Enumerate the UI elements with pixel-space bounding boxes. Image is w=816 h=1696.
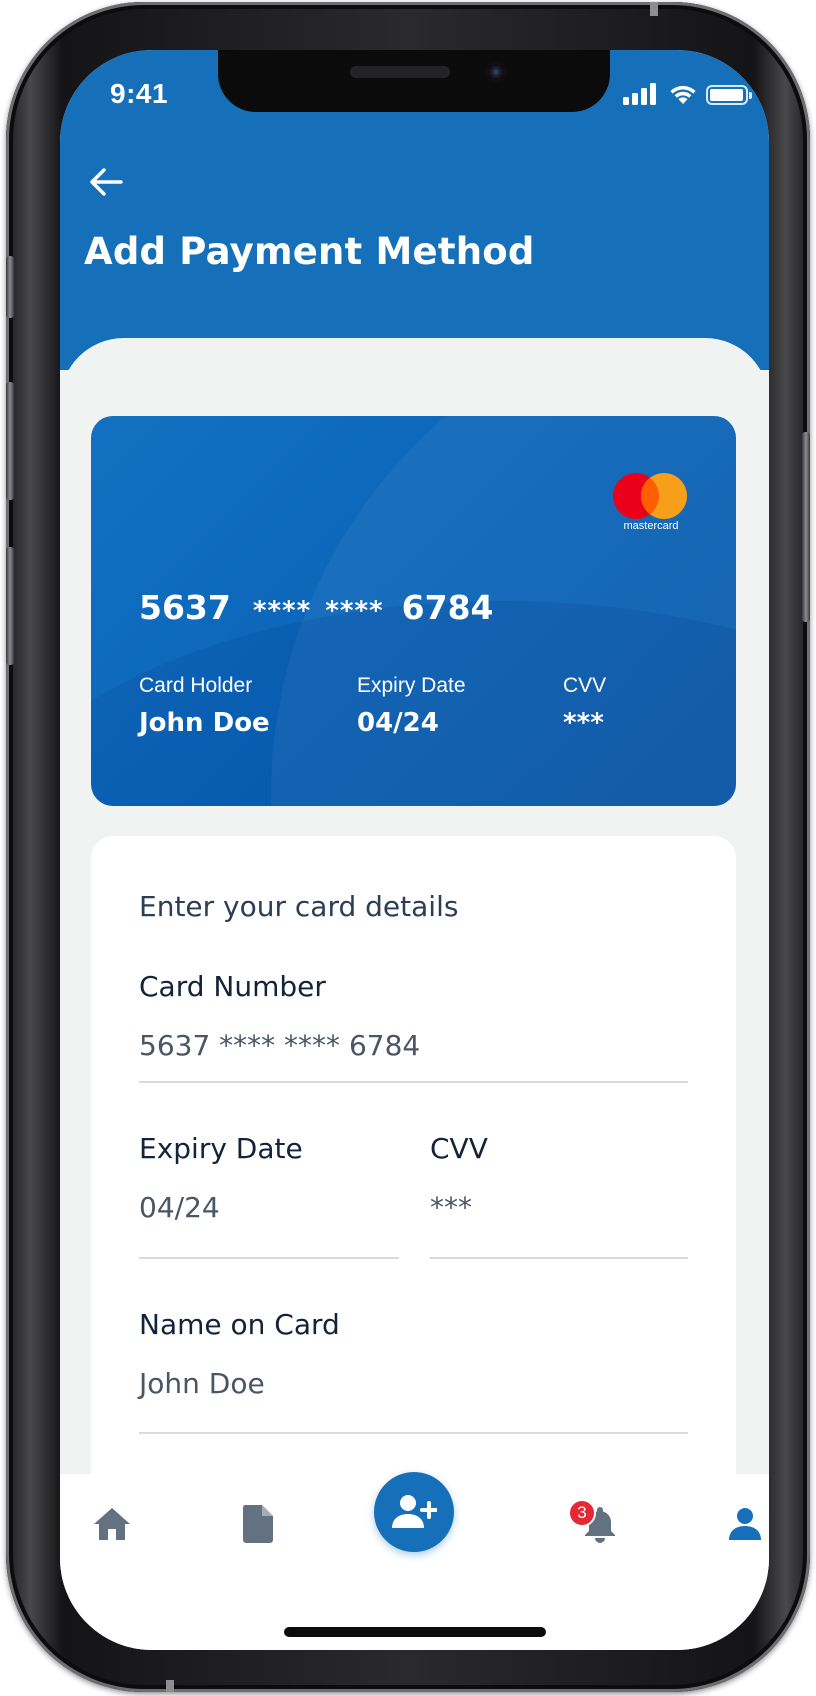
name-on-card-label: Name on Card (139, 1308, 340, 1341)
arrow-left-icon (90, 168, 123, 196)
card-preview: mastercard 5637 **** **** 6784 Card Hold… (91, 416, 736, 806)
wifi-icon (670, 85, 696, 104)
card-number-underline (139, 1081, 688, 1083)
power-button (802, 432, 810, 622)
card-holder-label: Card Holder (139, 674, 253, 697)
cvv-underline (430, 1257, 688, 1259)
card-brand-text: mastercard (623, 520, 679, 532)
notification-badge: 3 (568, 1499, 596, 1527)
cvv-field[interactable]: *** (430, 1191, 472, 1224)
home-indicator[interactable] (284, 1627, 546, 1637)
antenna-band (650, 2, 658, 16)
back-button[interactable] (86, 162, 126, 202)
card-number-label: Card Number (139, 970, 326, 1003)
status-time: 9:41 (110, 78, 169, 109)
card-number-mask: **** (325, 596, 384, 626)
card-cvv-label: CVV (563, 674, 607, 697)
battery-icon (706, 85, 752, 105)
add-user-button[interactable] (374, 1472, 454, 1552)
name-on-card-field[interactable]: John Doe (139, 1367, 265, 1400)
volume-up-button (6, 382, 14, 500)
status-icons (623, 83, 752, 107)
expiry-date-label: Expiry Date (139, 1132, 303, 1165)
card-number-display: 5637 **** **** 6784 (139, 588, 494, 627)
name-on-card-underline (139, 1432, 688, 1434)
nav-documents[interactable] (230, 1496, 286, 1552)
card-cvv-value: *** (563, 708, 604, 738)
notch (218, 50, 610, 112)
card-number-last: 6784 (401, 588, 494, 627)
form-heading: Enter your card details (139, 890, 459, 923)
card-holder-value: John Doe (139, 708, 270, 738)
app-header: 9:41 Add Payment Method (60, 50, 769, 370)
expiry-date-field[interactable]: 04/24 (139, 1191, 220, 1224)
phone-frame: 9:41 Add Payment Method mastercard 5637 … (6, 2, 810, 1692)
phone-screen: 9:41 Add Payment Method mastercard 5637 … (60, 50, 769, 1650)
cellular-signal-icon (623, 83, 661, 105)
nav-home[interactable] (84, 1496, 140, 1552)
card-expiry-label: Expiry Date (357, 674, 466, 697)
mastercard-logo: mastercard (613, 473, 689, 535)
nav-profile[interactable] (717, 1496, 769, 1552)
user-icon (729, 1508, 761, 1540)
document-icon (242, 1505, 273, 1543)
expiry-date-underline (139, 1257, 399, 1259)
card-expiry-value: 04/24 (357, 708, 439, 738)
add-user-icon (392, 1495, 437, 1528)
front-camera (485, 61, 507, 83)
cvv-label: CVV (430, 1132, 488, 1165)
antenna-band (166, 1680, 174, 1692)
volume-down-button (6, 547, 14, 665)
page-title: Add Payment Method (84, 230, 535, 273)
card-decoration (91, 601, 736, 806)
mute-switch (6, 256, 14, 318)
card-details-form: Enter your card details Card Number 5637… (91, 836, 736, 1516)
home-icon (94, 1508, 130, 1540)
card-number-mask: **** (252, 596, 312, 626)
card-number-field[interactable]: 5637 **** **** 6784 (139, 1029, 420, 1062)
card-number-first: 5637 (139, 588, 231, 627)
